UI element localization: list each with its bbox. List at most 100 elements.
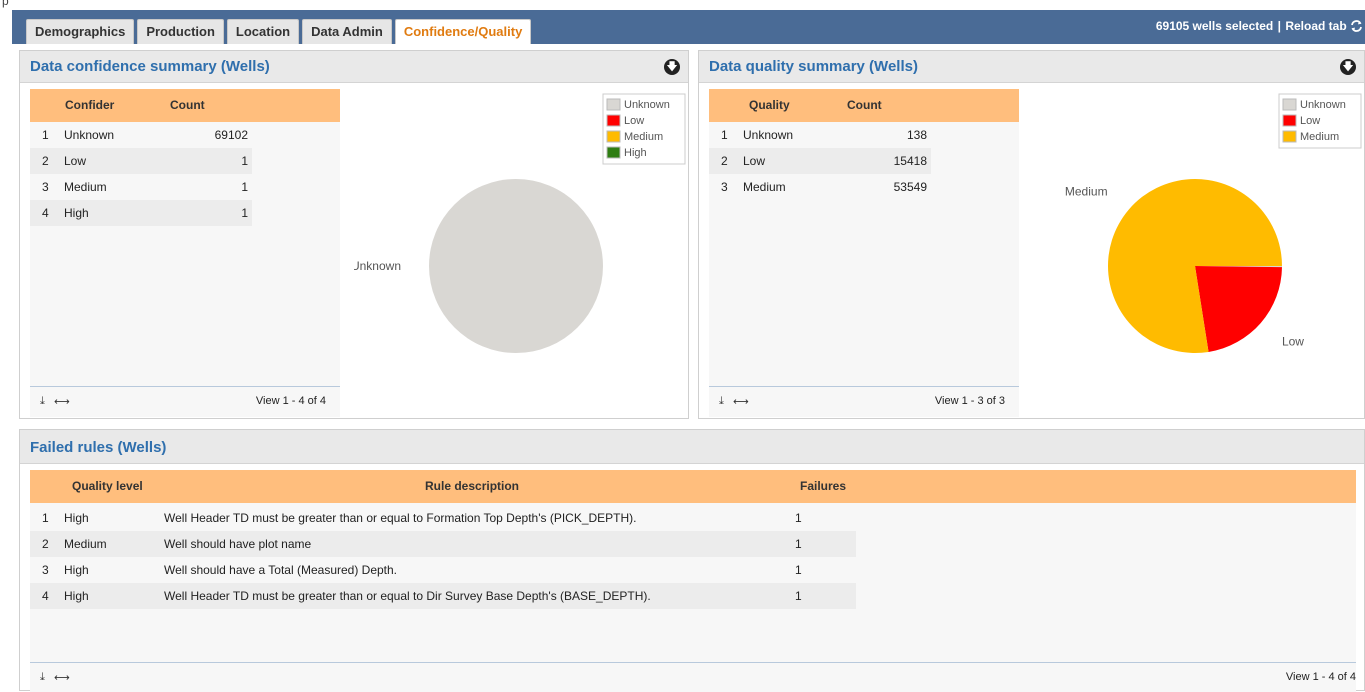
- slice-label: Low: [1282, 334, 1304, 348]
- grid-footer: ⤓ ⟷ View 1 - 3 of 3: [709, 386, 1019, 416]
- row-failures: 1: [795, 563, 802, 577]
- column-header-confidence[interactable]: Confider: [65, 98, 114, 112]
- legend-swatch[interactable]: [1283, 115, 1296, 126]
- row-level: Low: [64, 154, 86, 168]
- row-number: 1: [42, 128, 49, 142]
- row-failures: 1: [795, 589, 802, 603]
- row-number: 1: [721, 128, 728, 142]
- column-header-rule-description[interactable]: Rule description: [425, 479, 519, 493]
- export-icon[interactable]: ⤓: [40, 671, 45, 684]
- row-count: 1: [241, 154, 248, 168]
- legend-swatch[interactable]: [1283, 99, 1296, 110]
- table-row[interactable]: 3 Medium 1: [30, 174, 252, 200]
- resize-columns-icon[interactable]: ⟷: [54, 395, 70, 408]
- panel-header: Failed rules (Wells): [20, 430, 1364, 464]
- table-row[interactable]: 3 High Well should have a Total (Measure…: [30, 557, 856, 583]
- row-description: Well should have a Total (Measured) Dept…: [164, 563, 397, 577]
- info-separator: |: [1278, 19, 1281, 33]
- row-level: High: [64, 511, 89, 525]
- grid-header: Quality Count: [709, 89, 1019, 122]
- quality-pie-chart: LowMediumUnknownLowMedium: [1033, 84, 1365, 418]
- failed-rules-title: Failed rules (Wells): [30, 439, 166, 456]
- table-row[interactable]: 4 High 1: [30, 200, 252, 226]
- table-row[interactable]: 1 Unknown 69102: [30, 122, 252, 148]
- confidence-summary-panel: Data confidence summary (Wells) 🡇 Confid…: [19, 50, 689, 419]
- table-row[interactable]: 4 High Well Header TD must be greater th…: [30, 583, 856, 609]
- row-level: Medium: [743, 180, 786, 194]
- pager-info: View 1 - 3 of 3: [935, 395, 1005, 407]
- row-number: 2: [42, 154, 49, 168]
- download-circle-icon[interactable]: 🡇: [1340, 59, 1356, 75]
- pager-info: View 1 - 4 of 4: [256, 395, 326, 407]
- legend-swatch[interactable]: [607, 131, 620, 142]
- row-level: Medium: [64, 537, 107, 551]
- row-failures: 1: [795, 511, 802, 525]
- pie-slice-low[interactable]: [1195, 266, 1282, 352]
- confidence-panel-title: Data confidence summary (Wells): [30, 58, 270, 75]
- tab-bar: Demographics Production Location Data Ad…: [12, 10, 1365, 44]
- top-strip: p: [0, 0, 1365, 10]
- column-header-quality[interactable]: Quality: [749, 98, 790, 112]
- tab-data-admin[interactable]: Data Admin: [302, 19, 392, 44]
- table-row[interactable]: 3 Medium 53549: [709, 174, 931, 200]
- table-row[interactable]: 2 Low 15418: [709, 148, 931, 174]
- reload-tab-link[interactable]: Reload tab: [1285, 19, 1346, 33]
- row-failures: 1: [795, 537, 802, 551]
- column-header-failures[interactable]: Failures: [800, 479, 846, 493]
- table-row[interactable]: 1 High Well Header TD must be greater th…: [30, 505, 856, 531]
- row-count: 69102: [215, 128, 248, 142]
- tab-demographics[interactable]: Demographics: [26, 19, 134, 44]
- resize-columns-icon[interactable]: ⟷: [733, 395, 749, 408]
- row-count: 1: [241, 206, 248, 220]
- legend-entry[interactable]: Unknown: [624, 99, 670, 111]
- resize-columns-icon[interactable]: ⟷: [54, 671, 70, 684]
- export-icon[interactable]: ⤓: [719, 395, 724, 408]
- row-count: 15418: [894, 154, 927, 168]
- export-icon[interactable]: ⤓: [40, 395, 45, 408]
- legend-entry[interactable]: Medium: [1300, 131, 1339, 143]
- legend-entry[interactable]: Unknown: [1300, 99, 1346, 111]
- row-number: 4: [42, 589, 49, 603]
- slice-label: Unknown: [354, 259, 401, 273]
- tab-confidence-quality[interactable]: Confidence/Quality: [395, 19, 531, 44]
- row-level: High: [64, 563, 89, 577]
- row-level: Low: [743, 154, 765, 168]
- column-header-count[interactable]: Count: [170, 98, 205, 112]
- pager-info: View 1 - 4 of 4: [1286, 671, 1356, 683]
- row-number: 3: [721, 180, 728, 194]
- tab-list: Demographics Production Location Data Ad…: [26, 19, 534, 44]
- table-row[interactable]: 1 Unknown 138: [709, 122, 931, 148]
- legend-swatch[interactable]: [607, 147, 620, 158]
- failed-rules-panel: Failed rules (Wells) Quality level Rule …: [19, 429, 1365, 691]
- confidence-pie-chart: Unknown Unknown Low Medium High: [354, 84, 689, 418]
- tab-production[interactable]: Production: [137, 19, 224, 44]
- row-number: 3: [42, 563, 49, 577]
- table-row[interactable]: 2 Low 1: [30, 148, 252, 174]
- tab-location[interactable]: Location: [227, 19, 299, 44]
- download-circle-icon[interactable]: 🡇: [664, 59, 680, 75]
- refresh-icon[interactable]: [1350, 19, 1363, 33]
- row-description: Well Header TD must be greater than or e…: [164, 511, 637, 525]
- legend-entry[interactable]: High: [624, 147, 647, 159]
- legend-entry[interactable]: Low: [624, 115, 644, 127]
- row-number: 2: [42, 537, 49, 551]
- quality-summary-panel: Data quality summary (Wells) 🡇 Quality C…: [698, 50, 1365, 419]
- row-level: High: [64, 206, 89, 220]
- column-header-count[interactable]: Count: [847, 98, 882, 112]
- grid-footer: ⤓ ⟷ View 1 - 4 of 4: [30, 386, 340, 416]
- legend-entry[interactable]: Medium: [624, 131, 663, 143]
- grid-header: Confider Count: [30, 89, 340, 122]
- column-header-quality-level[interactable]: Quality level: [72, 479, 143, 493]
- legend-swatch[interactable]: [607, 115, 620, 126]
- legend-swatch[interactable]: [1283, 131, 1296, 142]
- failed-rules-grid: Quality level Rule description Failures …: [30, 470, 1356, 692]
- row-count: 53549: [894, 180, 927, 194]
- quality-grid: Quality Count 1 Unknown 138 2 Low 15418 …: [709, 89, 1019, 417]
- legend-entry[interactable]: Low: [1300, 115, 1320, 127]
- row-level: Unknown: [743, 128, 793, 142]
- table-row[interactable]: 2 Medium Well should have plot name 1: [30, 531, 856, 557]
- row-count: 1: [241, 180, 248, 194]
- grid-header: Quality level Rule description Failures: [30, 470, 1356, 503]
- row-number: 4: [42, 206, 49, 220]
- legend-swatch[interactable]: [607, 99, 620, 110]
